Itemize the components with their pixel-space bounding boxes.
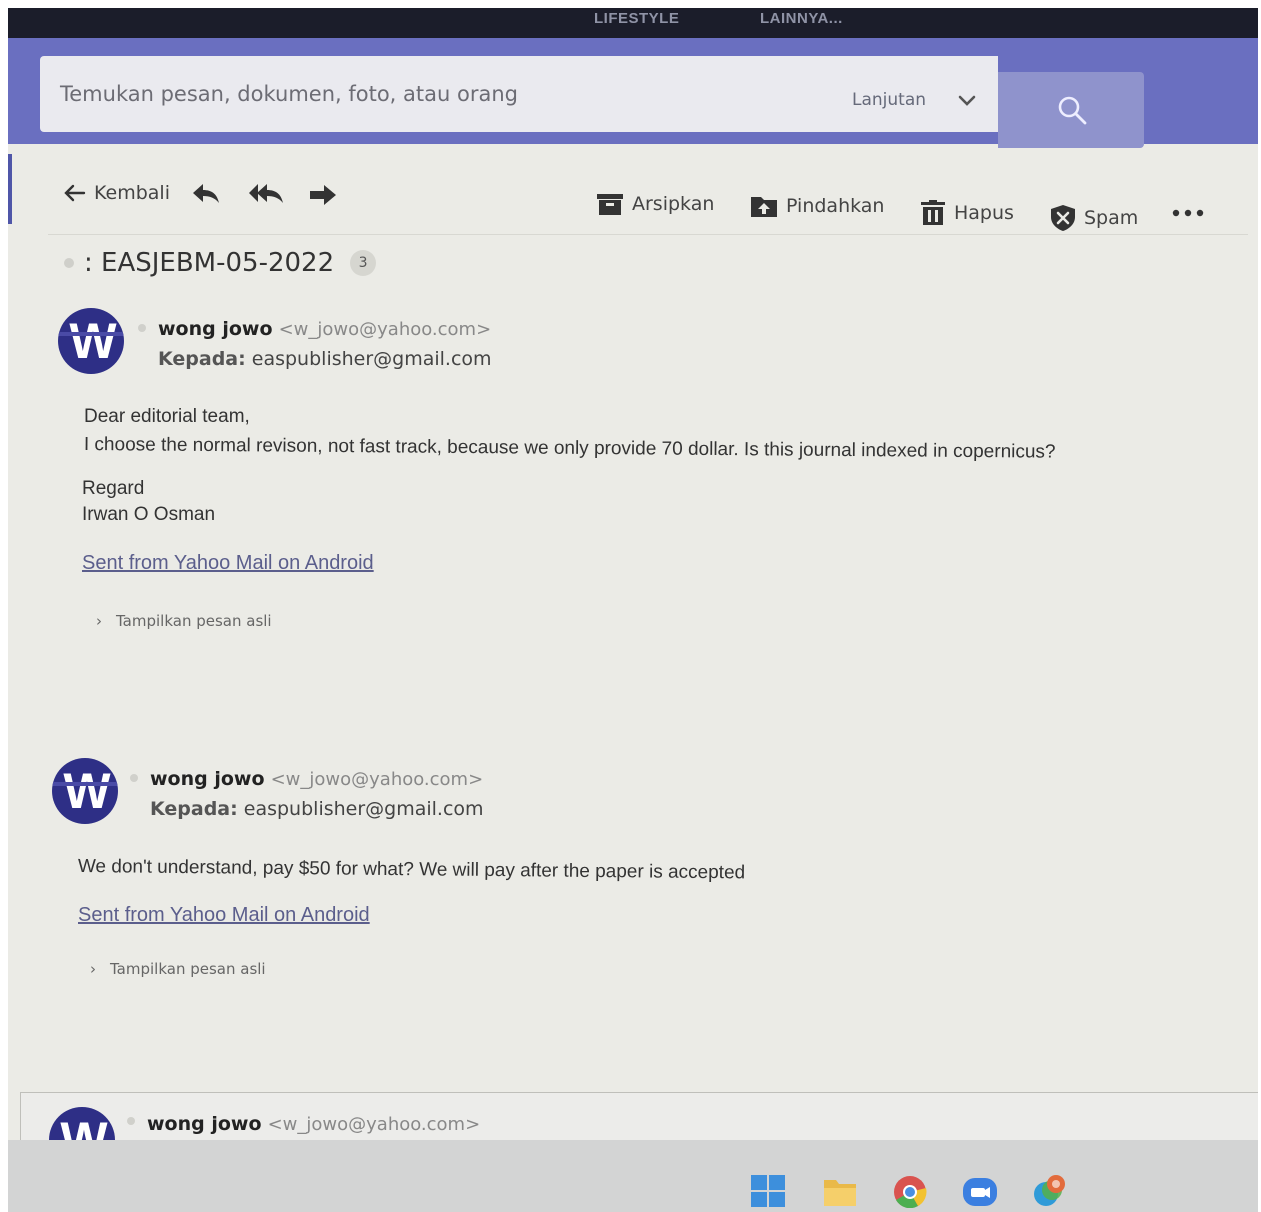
- thread-subject: : EASJEBM-05-2022: [84, 248, 335, 278]
- avatar-letter: W: [63, 763, 110, 819]
- forward-icon: [310, 185, 336, 205]
- recipient-line: Kepada: easpublisher@gmail.com: [158, 348, 492, 370]
- reply-button[interactable]: [192, 182, 220, 204]
- sender[interactable]: wong jowo <w_jowo@yahoo.com>: [147, 1113, 480, 1135]
- shield-icon: [1051, 205, 1075, 231]
- top-navigation: LIFESTYLE LAINNYA...: [8, 8, 1258, 38]
- nav-item-more[interactable]: LAINNYA...: [760, 10, 843, 27]
- toolbar-divider: [48, 234, 1248, 235]
- sender-email: <w_jowo@yahoo.com>: [270, 769, 484, 790]
- search-bar-area: Temukan pesan, dokumen, foto, atau orang…: [8, 38, 1258, 148]
- trash-icon: [921, 200, 945, 225]
- search-input[interactable]: Temukan pesan, dokumen, foto, atau orang…: [40, 56, 998, 132]
- search-button[interactable]: [998, 72, 1144, 148]
- windows-start-icon[interactable]: [750, 1174, 786, 1208]
- reply-icon: [193, 184, 219, 203]
- recipient-email: easpublisher@gmail.com: [251, 348, 492, 370]
- reply-all-icon: [249, 184, 283, 203]
- colorful-app-icon[interactable]: [1032, 1174, 1068, 1208]
- more-icon: [1172, 209, 1204, 217]
- delete-label: Hapus: [954, 202, 1014, 224]
- chevron-down-icon[interactable]: [956, 90, 978, 112]
- sender-name: wong jowo: [150, 768, 265, 790]
- advanced-search-toggle[interactable]: Lanjutan: [852, 90, 926, 110]
- chevron-right-icon: ›: [90, 960, 96, 978]
- body-line: Regard: [82, 478, 145, 499]
- show-original-label: Tampilkan pesan asli: [110, 960, 266, 978]
- yahoo-mail-signature-link[interactable]: Sent from Yahoo Mail on Android: [82, 552, 374, 575]
- body-line: We don't understand, pay $50 for what? W…: [77, 856, 746, 884]
- recipient-line: Kepada: easpublisher@gmail.com: [150, 798, 484, 820]
- show-original-toggle[interactable]: › Tampilkan pesan asli: [96, 612, 272, 630]
- sender-name: wong jowo: [158, 318, 273, 340]
- more-actions-button[interactable]: [1172, 208, 1204, 218]
- avatar[interactable]: W: [52, 758, 118, 824]
- archive-button[interactable]: Arsipkan: [596, 192, 714, 216]
- forward-button[interactable]: [308, 184, 338, 206]
- move-button[interactable]: Pindahkan: [750, 194, 884, 218]
- back-button[interactable]: Kembali: [64, 182, 170, 204]
- sender[interactable]: wong jowo <w_jowo@yahoo.com>: [158, 318, 491, 340]
- body-line: I choose the normal revison, not fast tr…: [83, 434, 1056, 463]
- show-original-label: Tampilkan pesan asli: [116, 612, 272, 630]
- thread-count-badge: 3: [350, 250, 377, 276]
- status-dot: [138, 324, 146, 332]
- thread-header: : EASJEBM-05-2022 3: [64, 248, 377, 278]
- recipient-email: easpublisher@gmail.com: [243, 798, 484, 820]
- avatar-letter: W: [69, 313, 116, 369]
- archive-label: Arsipkan: [632, 193, 715, 215]
- sender[interactable]: wong jowo <w_jowo@yahoo.com>: [150, 768, 483, 790]
- body-line: Irwan O Osman: [82, 504, 216, 525]
- recipient-label: Kepada:: [158, 348, 246, 370]
- zoom-app-icon[interactable]: [962, 1174, 998, 1208]
- search-placeholder: Temukan pesan, dokumen, foto, atau orang: [60, 82, 518, 106]
- status-dot: [127, 1117, 135, 1125]
- body-line: Dear editorial team,: [84, 406, 250, 427]
- status-dot: [130, 774, 138, 782]
- arrow-left-icon: [64, 184, 86, 202]
- sender-email: <w_jowo@yahoo.com>: [278, 319, 492, 340]
- delete-button[interactable]: Hapus: [920, 200, 1014, 226]
- archive-icon: [597, 194, 623, 215]
- yahoo-mail-signature-link[interactable]: Sent from Yahoo Mail on Android: [78, 904, 370, 927]
- recipient-label: Kepada:: [150, 798, 238, 820]
- show-original-toggle[interactable]: › Tampilkan pesan asli: [90, 960, 266, 978]
- sender-email: <w_jowo@yahoo.com>: [267, 1114, 481, 1135]
- avatar[interactable]: W: [58, 308, 124, 374]
- spam-button[interactable]: Spam: [1050, 204, 1138, 232]
- sender-name: wong jowo: [147, 1113, 262, 1135]
- chevron-right-icon: ›: [96, 612, 102, 630]
- search-icon: [1058, 96, 1087, 125]
- nav-item-lifestyle[interactable]: LIFESTYLE: [594, 10, 679, 27]
- move-label: Pindahkan: [786, 195, 885, 217]
- mail-window: LIFESTYLE LAINNYA... Temukan pesan, doku…: [8, 8, 1258, 1212]
- reply-all-button[interactable]: [248, 182, 284, 204]
- spam-label: Spam: [1084, 207, 1139, 229]
- chrome-icon[interactable]: [892, 1174, 928, 1208]
- os-taskbar: [8, 1140, 1258, 1212]
- folder-icon[interactable]: [822, 1174, 858, 1208]
- unread-dot: [64, 258, 74, 268]
- move-folder-icon: [751, 197, 777, 217]
- back-label: Kembali: [94, 182, 170, 204]
- message-toolbar: Kembali Arsipkan Pindahkan Hapus Spam: [8, 154, 1258, 234]
